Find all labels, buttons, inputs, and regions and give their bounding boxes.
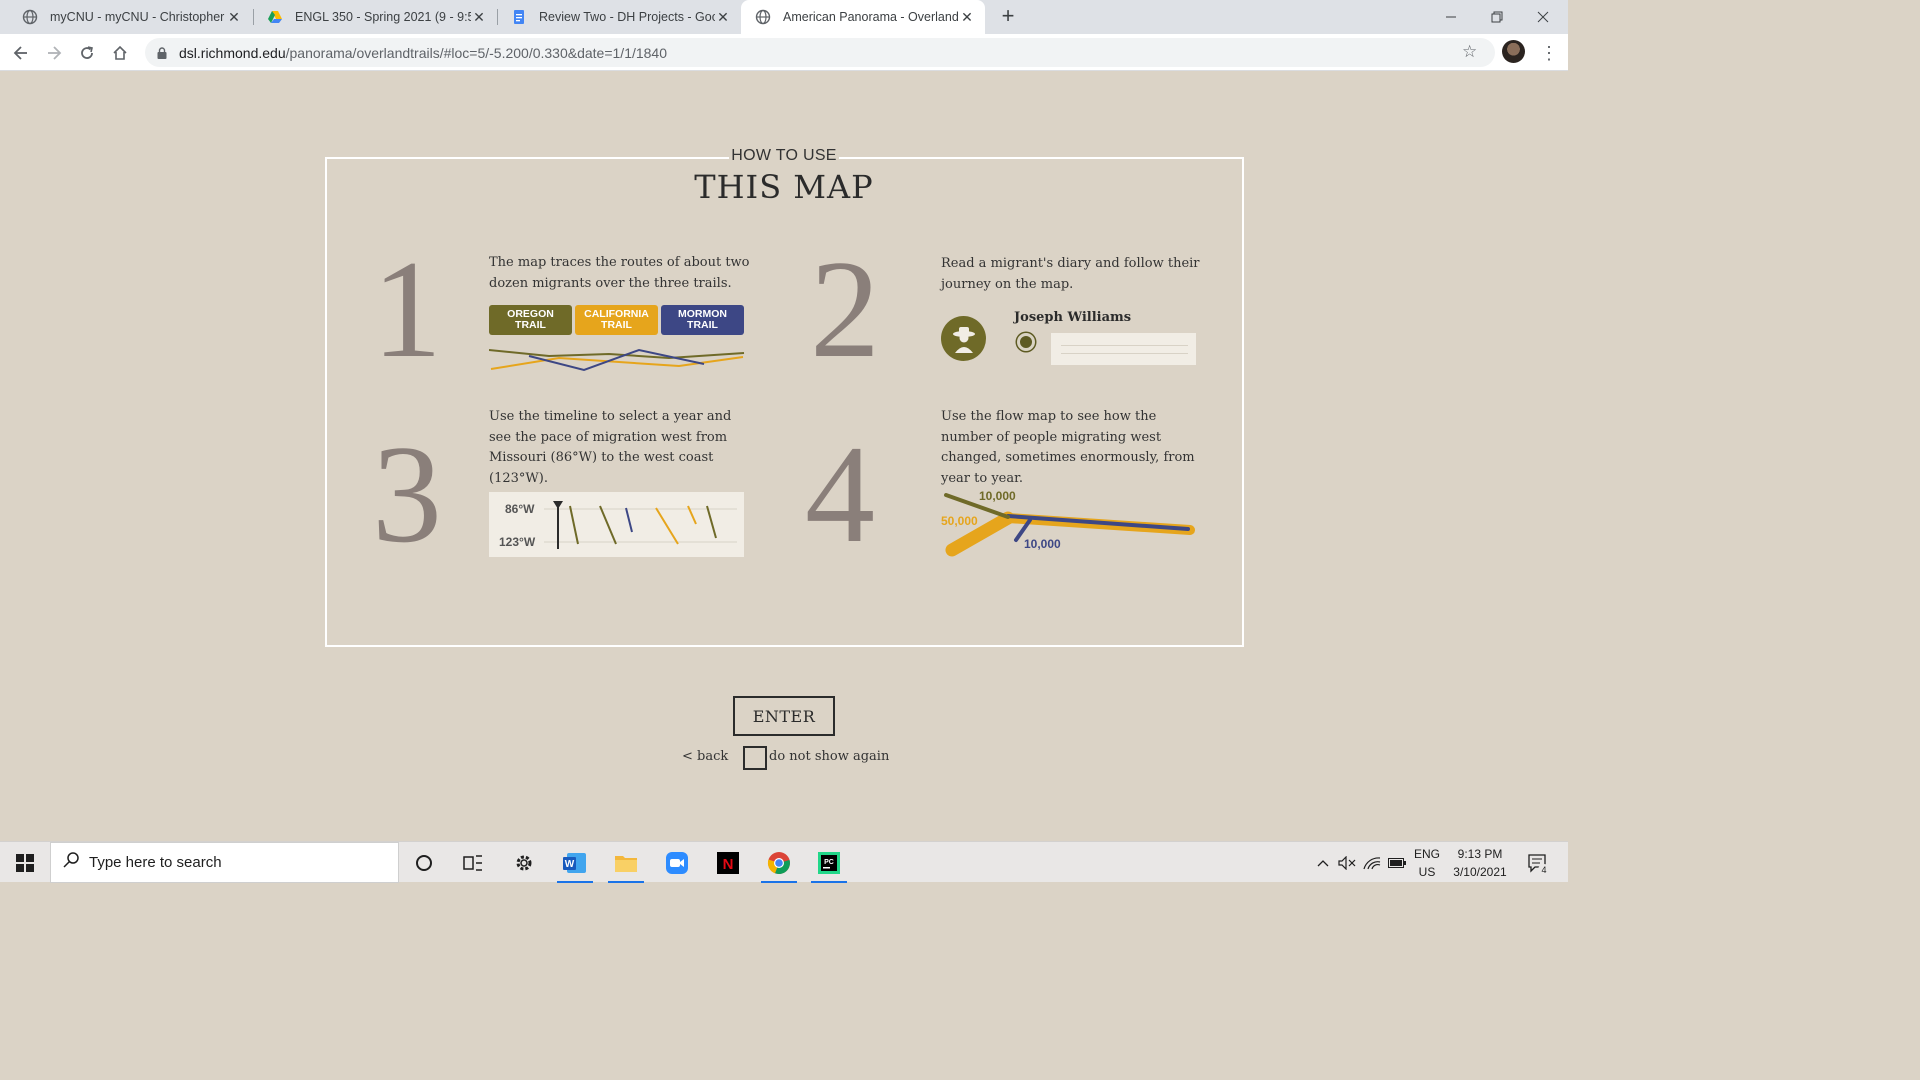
windows-start-icon[interactable] xyxy=(2,842,48,883)
restore-icon[interactable] xyxy=(1474,0,1520,34)
clock-date: 3/10/2021 xyxy=(1453,864,1507,879)
step-number-3: 3 xyxy=(372,417,442,572)
how-to-kicker: HOW TO USE xyxy=(729,147,839,164)
chrome-app-icon[interactable] xyxy=(756,842,802,883)
home-icon[interactable] xyxy=(107,40,133,66)
diary-line xyxy=(1061,353,1188,354)
svg-text:PC: PC xyxy=(824,859,834,866)
language-code: ENG xyxy=(1413,846,1440,861)
trail-lines-illustration xyxy=(489,348,745,372)
tab-title: ENGL 350 - Spring 2021 (9 - 9:50 xyxy=(295,10,471,24)
close-tab-icon[interactable]: ✕ xyxy=(959,9,975,26)
do-not-show-checkbox[interactable] xyxy=(743,746,767,770)
bookmark-star-icon[interactable]: ☆ xyxy=(1462,42,1477,62)
flow-label-bottom: 10,000 xyxy=(1024,537,1061,551)
file-explorer-icon[interactable] xyxy=(603,842,649,883)
new-tab-button[interactable]: + xyxy=(996,4,1020,28)
flow-map-illustration: 10,000 50,000 10,000 xyxy=(938,488,1200,560)
globe-icon xyxy=(755,9,771,25)
do-not-show-label[interactable]: do not show again xyxy=(769,749,889,764)
close-tab-icon[interactable]: ✕ xyxy=(226,9,242,26)
address-bar[interactable]: dsl.richmond.edu/panorama/overlandtrails… xyxy=(145,38,1495,67)
menu-kebab-icon[interactable]: ⋮ xyxy=(1540,40,1558,66)
zoom-app-icon[interactable] xyxy=(654,842,700,883)
step-3-text: Use the timeline to select a year and se… xyxy=(489,409,732,486)
mormon-trail-badge: MORMON TRAIL xyxy=(661,305,744,335)
search-icon xyxy=(63,852,79,873)
page-title: THIS MAP xyxy=(694,168,874,206)
notification-count-badge: 4 xyxy=(1538,864,1550,876)
tab-title: Review Two - DH Projects - Goog xyxy=(539,10,715,24)
close-tab-icon[interactable]: ✕ xyxy=(715,9,731,26)
task-view-icon[interactable] xyxy=(450,842,496,883)
step-number-2: 2 xyxy=(810,232,880,387)
battery-icon[interactable] xyxy=(1386,842,1408,883)
migrant-name: Joseph Williams xyxy=(1014,310,1132,325)
timeline-marks xyxy=(544,501,737,549)
show-hidden-icons[interactable] xyxy=(1313,842,1333,883)
lock-icon[interactable] xyxy=(157,46,171,59)
flow-label-left: 50,000 xyxy=(941,514,978,528)
browser-toolbar: dsl.richmond.edu/panorama/overlandtrails… xyxy=(0,34,1568,71)
google-drive-icon xyxy=(267,9,283,25)
step-2-text: Read a migrant's diary and follow their … xyxy=(941,256,1200,292)
netflix-app-icon[interactable]: N xyxy=(705,842,751,883)
windows-taskbar: Type here to search W N PC ENG US 9:13 P… xyxy=(0,841,1568,883)
reload-icon[interactable] xyxy=(74,40,100,66)
oregon-trail-badge: OREGON TRAIL xyxy=(489,305,572,335)
close-tab-icon[interactable]: ✕ xyxy=(471,9,487,26)
forward-arrow-icon[interactable] xyxy=(41,40,67,66)
notifications-icon[interactable]: 4 xyxy=(1520,842,1556,883)
migrant-portrait-icon xyxy=(941,316,986,361)
cortana-icon[interactable] xyxy=(401,842,447,883)
running-indicator xyxy=(761,881,797,883)
step-number-1: 1 xyxy=(372,232,442,387)
tab-title: myCNU - myCNU - Christopher M xyxy=(50,10,226,24)
diary-line xyxy=(1061,345,1188,346)
tab-title: American Panorama - Overland T xyxy=(783,10,959,24)
step-number-4: 4 xyxy=(805,417,875,572)
diary-entry-card xyxy=(1051,333,1196,365)
profile-avatar[interactable] xyxy=(1502,40,1525,63)
minimize-icon[interactable] xyxy=(1428,0,1474,34)
clock-time: 9:13 PM xyxy=(1457,846,1503,861)
flow-label-top: 10,000 xyxy=(979,489,1016,503)
mormon-trail-line xyxy=(528,348,705,372)
svg-text:W: W xyxy=(565,859,575,870)
url-host: dsl.richmond.edu xyxy=(179,44,286,61)
close-window-icon[interactable] xyxy=(1520,0,1566,34)
enter-button[interactable]: ENTER xyxy=(733,696,835,736)
back-link[interactable]: < back xyxy=(682,749,728,764)
wifi-icon[interactable] xyxy=(1361,842,1383,883)
browser-tab-bar: myCNU - myCNU - Christopher M ✕ ENGL 350… xyxy=(0,0,1568,34)
word-app-icon[interactable]: W xyxy=(552,842,598,883)
how-to-panel xyxy=(325,157,1244,647)
globe-icon xyxy=(22,9,38,25)
taskbar-search-box[interactable]: Type here to search xyxy=(50,842,399,883)
running-indicator xyxy=(557,881,593,883)
step-4-text: Use the flow map to see how the number o… xyxy=(941,409,1195,486)
region-code: US xyxy=(1418,864,1436,879)
google-docs-icon xyxy=(511,9,527,25)
step-1-text: The map traces the routes of about two d… xyxy=(489,255,750,291)
settings-gear-icon[interactable] xyxy=(501,842,547,883)
tab-review-two[interactable]: Review Two - DH Projects - Goog ✕ xyxy=(497,0,741,34)
back-arrow-icon[interactable] xyxy=(8,40,34,66)
volume-muted-icon[interactable] xyxy=(1336,842,1358,883)
url-path: /panorama/overlandtrails/#loc=5/-5.200/0… xyxy=(285,44,668,61)
california-trail-badge: CALIFORNIA TRAIL xyxy=(575,305,658,335)
running-indicator xyxy=(811,881,847,883)
svg-text:N: N xyxy=(723,856,734,873)
input-language[interactable]: ENG US xyxy=(1410,842,1444,883)
tab-engl350[interactable]: ENGL 350 - Spring 2021 (9 - 9:50 ✕ xyxy=(253,0,497,34)
running-indicator xyxy=(608,881,644,883)
clock[interactable]: 9:13 PM 3/10/2021 xyxy=(1448,842,1512,883)
tab-mycnu[interactable]: myCNU - myCNU - Christopher M ✕ xyxy=(8,0,252,34)
tab-american-panorama[interactable]: American Panorama - Overland T ✕ xyxy=(741,0,985,34)
timeline-illustration: 86°W 123°W xyxy=(489,492,744,557)
search-placeholder: Type here to search xyxy=(89,854,222,871)
diary-marker-icon xyxy=(1017,333,1035,351)
pycharm-app-icon[interactable]: PC xyxy=(806,842,852,883)
oregon-trail-line xyxy=(489,349,745,360)
